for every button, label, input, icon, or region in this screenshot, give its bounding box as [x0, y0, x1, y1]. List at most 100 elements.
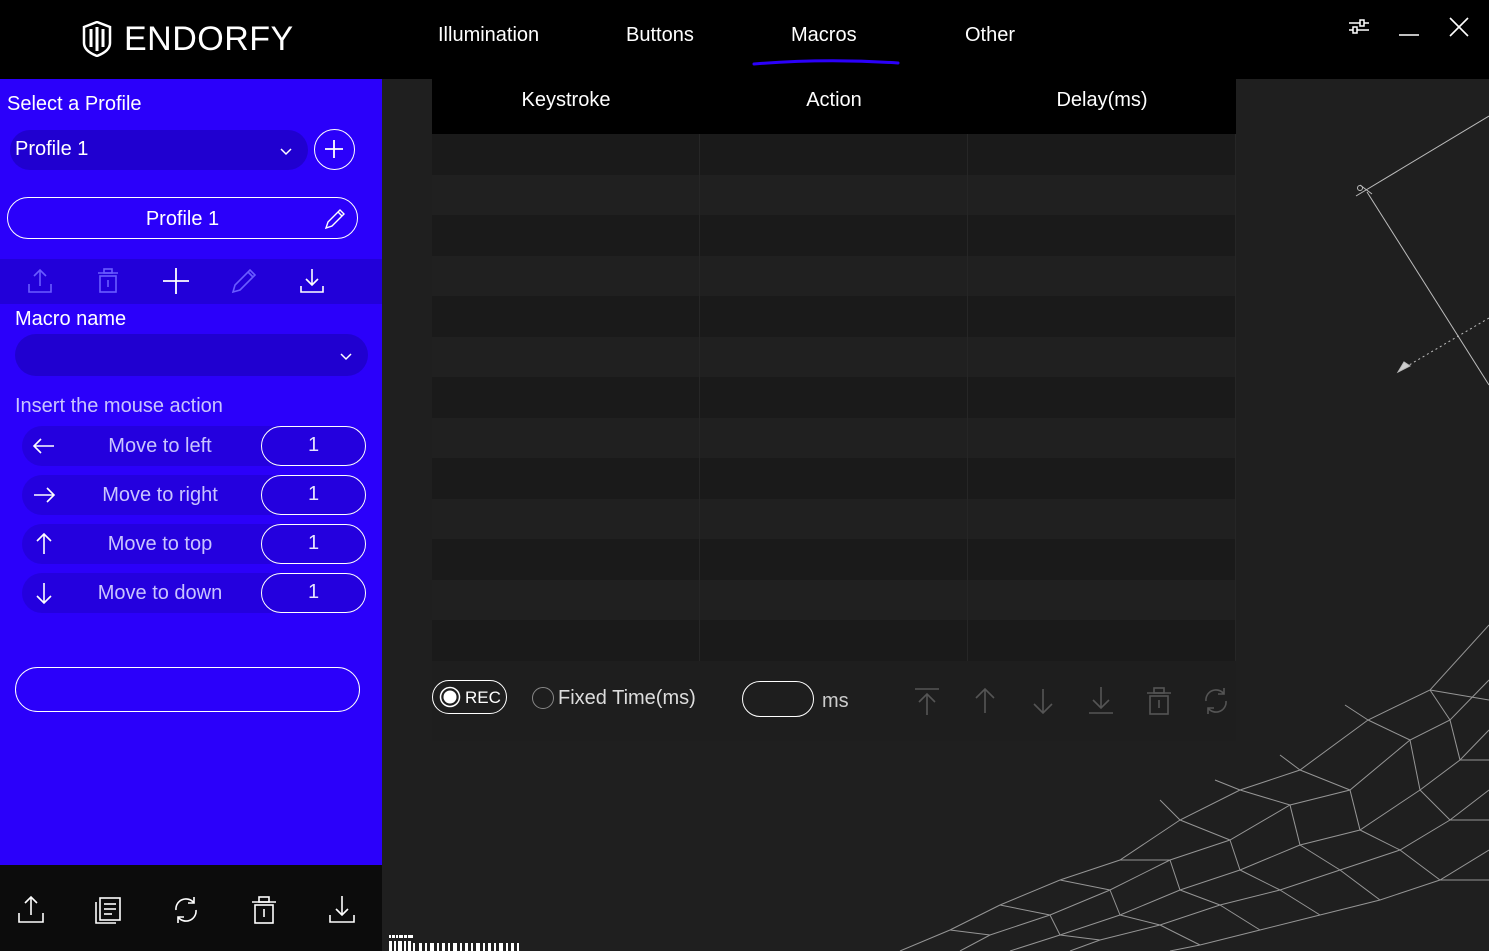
- table-cell: [968, 620, 1236, 661]
- table-cell: [700, 539, 968, 580]
- table-cell: [432, 215, 700, 256]
- move-to-top-icon[interactable]: [911, 685, 943, 717]
- radio-selected-icon: [439, 686, 461, 708]
- edit-icon[interactable]: [227, 264, 261, 298]
- table-cell: [700, 336, 968, 377]
- table-row[interactable]: [432, 296, 1236, 337]
- profile-actions-bar: [0, 865, 382, 951]
- move-down-action[interactable]: Move to down 1: [22, 573, 366, 613]
- tab-other[interactable]: Other: [965, 24, 1015, 47]
- endorfy-app-window: ENDORFY Illumination Buttons Macros Othe…: [0, 0, 1489, 951]
- table-cell: [432, 174, 700, 215]
- tab-illumination[interactable]: Illumination: [438, 24, 539, 47]
- table-cell: [968, 417, 1236, 458]
- brand-name: ENDORFY: [124, 19, 294, 58]
- macro-name-label: Macro name: [15, 308, 127, 330]
- table-cell: [968, 377, 1236, 418]
- brand-logo: ENDORFY: [80, 20, 294, 58]
- table-cell: [432, 417, 700, 458]
- rec-mode-radio[interactable]: REC: [432, 680, 507, 714]
- table-cell: [968, 498, 1236, 539]
- table-row[interactable]: [432, 174, 1236, 215]
- delete-icon[interactable]: [1143, 685, 1175, 717]
- fixed-time-label: Fixed Time(ms): [558, 687, 696, 709]
- sidebar-text-field[interactable]: [15, 667, 360, 712]
- table-cell: [432, 377, 700, 418]
- import-icon[interactable]: [295, 264, 329, 298]
- macro-name-dropdown[interactable]: [15, 334, 368, 376]
- table-cell: [968, 579, 1236, 620]
- table-row[interactable]: [432, 579, 1236, 620]
- table-cell: [968, 255, 1236, 296]
- table-row[interactable]: [432, 458, 1236, 499]
- column-header-action: Action: [806, 89, 862, 111]
- minimize-icon[interactable]: [1396, 14, 1422, 40]
- table-cell: [700, 377, 968, 418]
- move-up-icon[interactable]: [969, 685, 1001, 717]
- move-action-label: Move to top: [107, 533, 213, 555]
- move-top-value-input[interactable]: 1: [261, 524, 366, 564]
- table-row[interactable]: [432, 336, 1236, 377]
- profile-name-field[interactable]: Profile 1: [7, 197, 358, 239]
- move-down-icon[interactable]: [1027, 685, 1059, 717]
- table-cell: [968, 174, 1236, 215]
- fixed-time-radio[interactable]: [532, 687, 554, 709]
- settings-sliders-icon[interactable]: [1346, 14, 1372, 40]
- move-down-value-input[interactable]: 1: [261, 573, 366, 613]
- reset-icon[interactable]: [169, 893, 203, 927]
- table-row[interactable]: [432, 255, 1236, 296]
- move-right-action[interactable]: Move to right 1: [22, 475, 366, 515]
- move-to-bottom-icon[interactable]: [1085, 685, 1117, 717]
- move-left-action[interactable]: Move to left 1: [22, 426, 366, 466]
- profile-name-value: Profile 1: [145, 208, 220, 230]
- import-icon[interactable]: [325, 893, 359, 927]
- column-header-delay: Delay(ms): [1056, 89, 1148, 111]
- barcode-decoration: [389, 935, 519, 951]
- profile-sidebar: Select a Profile Profile 1 Profile 1 Mac…: [0, 79, 382, 865]
- table-cell: [432, 620, 700, 661]
- edit-pencil-icon[interactable]: [322, 206, 348, 232]
- table-cell: [700, 417, 968, 458]
- copy-icon[interactable]: [91, 893, 125, 927]
- table-cell: [700, 579, 968, 620]
- export-icon[interactable]: [23, 264, 57, 298]
- table-cell: [700, 620, 968, 661]
- add-icon[interactable]: [159, 264, 193, 298]
- add-profile-button[interactable]: [314, 129, 355, 170]
- table-row[interactable]: [432, 134, 1236, 175]
- refresh-icon[interactable]: [1200, 685, 1232, 717]
- ms-unit-label: ms: [822, 690, 849, 712]
- move-top-action[interactable]: Move to top 1: [22, 524, 366, 564]
- table-cell: [432, 579, 700, 620]
- tab-buttons[interactable]: Buttons: [626, 24, 694, 47]
- delete-icon[interactable]: [91, 264, 125, 298]
- table-row[interactable]: [432, 417, 1236, 458]
- table-cell: [432, 539, 700, 580]
- table-cell: [968, 458, 1236, 499]
- export-icon[interactable]: [14, 893, 48, 927]
- move-action-label: Move to down: [97, 582, 223, 604]
- recording-controls: REC Fixed Time(ms) ms: [432, 661, 1236, 741]
- active-tab-underline: [752, 59, 900, 66]
- profile-dropdown[interactable]: Profile 1: [10, 130, 308, 170]
- move-left-value-input[interactable]: 1: [261, 426, 366, 466]
- table-row[interactable]: [432, 620, 1236, 661]
- table-cell: [432, 255, 700, 296]
- table-row[interactable]: [432, 215, 1236, 256]
- table-cell: [968, 215, 1236, 256]
- table-cell: [700, 255, 968, 296]
- tab-macros[interactable]: Macros: [791, 24, 857, 47]
- table-cell: [432, 336, 700, 377]
- move-right-value-input[interactable]: 1: [261, 475, 366, 515]
- table-header: Keystroke Action Delay(ms): [432, 79, 1236, 134]
- profile-dropdown-value: Profile 1: [15, 138, 89, 160]
- table-row[interactable]: [432, 377, 1236, 418]
- fixed-time-input[interactable]: [742, 681, 814, 717]
- table-cell: [968, 134, 1236, 175]
- delete-icon[interactable]: [247, 893, 281, 927]
- close-icon[interactable]: [1446, 14, 1472, 40]
- table-row[interactable]: [432, 498, 1236, 539]
- select-profile-label: Select a Profile: [7, 93, 142, 115]
- table-row[interactable]: [432, 539, 1236, 580]
- top-bar: ENDORFY Illumination Buttons Macros Othe…: [0, 0, 1489, 79]
